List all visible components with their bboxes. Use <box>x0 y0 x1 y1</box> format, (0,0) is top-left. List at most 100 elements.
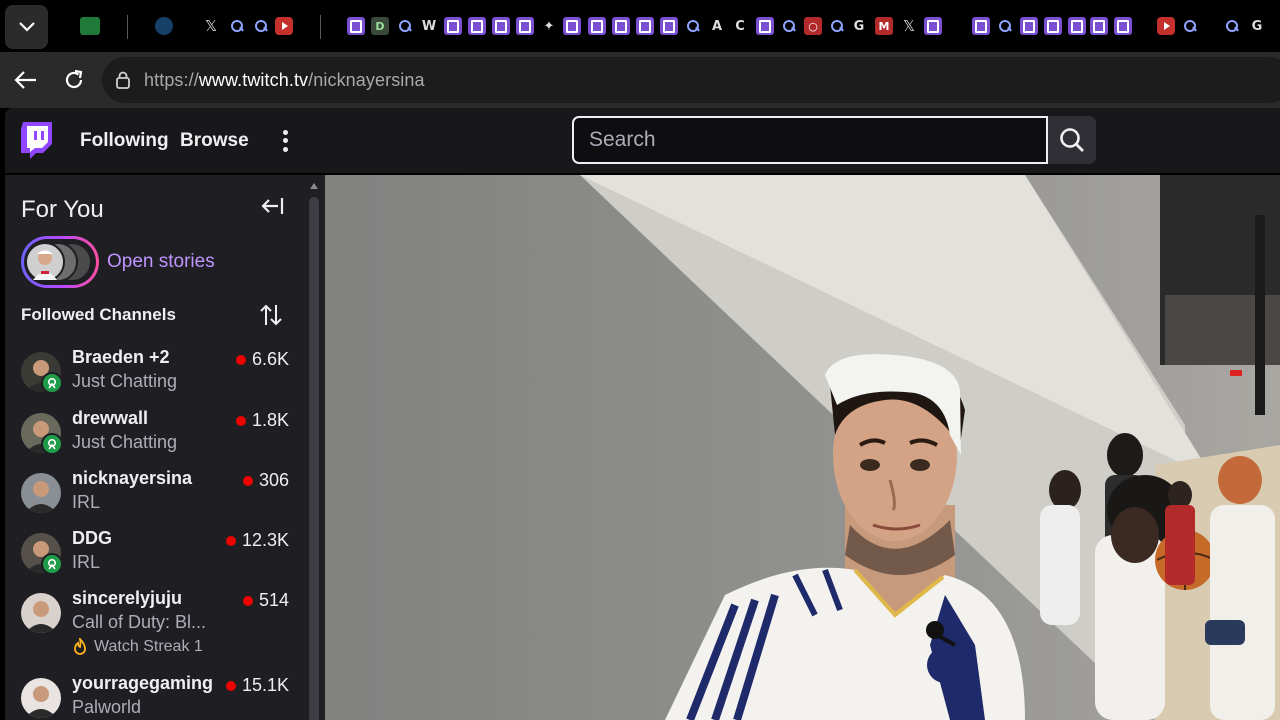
twitch-icon[interactable] <box>1068 17 1086 35</box>
twitch-icon[interactable] <box>1114 17 1132 35</box>
twitch-icon[interactable] <box>516 17 534 35</box>
search-icon[interactable] <box>996 17 1014 35</box>
search-icon[interactable] <box>684 17 702 35</box>
x-icon[interactable]: 𝕏 <box>900 17 918 35</box>
twitch-icon[interactable] <box>1090 17 1108 35</box>
c-icon[interactable]: C <box>731 17 749 35</box>
url-text[interactable]: https://www.twitch.tv/nicknayersina <box>144 70 425 91</box>
group-stream-badge-icon <box>41 553 63 575</box>
stories-avatar-ring[interactable] <box>21 236 99 288</box>
viewer-count: 6.6K <box>236 349 289 370</box>
channel-avatar[interactable] <box>21 473 61 513</box>
twitch-icon[interactable] <box>1020 17 1038 35</box>
nav-following-link[interactable]: Following <box>80 130 169 152</box>
willy-icon[interactable]: W <box>420 17 438 35</box>
search-field[interactable] <box>572 116 1048 164</box>
twitch-icon[interactable] <box>660 17 678 35</box>
address-bar[interactable]: https://www.twitch.tv/nicknayersina <box>102 57 1280 103</box>
sidebar-scrollbar[interactable] <box>309 183 319 720</box>
d-icon[interactable]: D <box>371 17 389 35</box>
for-you-heading: For You <box>21 196 104 223</box>
globe-icon[interactable] <box>155 17 173 35</box>
search-button[interactable] <box>1048 116 1096 164</box>
channel-category: Just Chatting <box>72 432 178 452</box>
twitch-logo-icon[interactable] <box>19 121 57 161</box>
channel-category: IRL <box>72 552 101 572</box>
reload-icon <box>65 69 83 89</box>
reload-button[interactable] <box>54 60 94 100</box>
group-stream-badge-icon <box>41 433 63 455</box>
followed-channel-item[interactable]: yourragegaming Palworld 15.1K <box>5 673 305 720</box>
n-icon[interactable]: M <box>875 17 893 35</box>
twitch-icon[interactable] <box>492 17 510 35</box>
search-icon[interactable] <box>780 17 798 35</box>
twitch-icon[interactable] <box>1044 17 1062 35</box>
followed-channel-item[interactable]: Braeden +2 Just Chatting 6.6K <box>5 347 305 407</box>
video-player[interactable] <box>325 175 1280 720</box>
a-icon[interactable]: A <box>708 17 726 35</box>
tab-search-button[interactable] <box>5 5 48 49</box>
followed-channel-item[interactable]: drewwall Just Chatting 1.8K <box>5 408 305 468</box>
back-button[interactable] <box>6 60 46 100</box>
toyota-icon[interactable]: ○ <box>804 17 822 35</box>
scrollbar-thumb[interactable] <box>309 197 319 720</box>
dot-icon <box>282 147 288 153</box>
channel-avatar[interactable] <box>21 593 61 633</box>
twitch-icon[interactable] <box>468 17 486 35</box>
sort-button[interactable] <box>258 301 284 329</box>
search-icon[interactable] <box>828 17 846 35</box>
open-stories-link[interactable]: Open stories <box>107 251 215 273</box>
viewer-count: 306 <box>243 470 289 491</box>
channel-category: Call of Duty: Bl... <box>72 612 207 632</box>
scroll-up-icon[interactable] <box>310 183 318 189</box>
twitch-top-nav: Following Browse <box>5 108 1280 174</box>
gmc-icon[interactable]: G <box>850 17 868 35</box>
twitch-icon[interactable] <box>756 17 774 35</box>
nav-browse-link[interactable]: Browse <box>180 130 249 152</box>
search-icon[interactable] <box>228 17 246 35</box>
viewer-count: 1.8K <box>236 410 289 431</box>
watch-streak-label: Watch Streak 1 <box>94 638 203 655</box>
site-info-icon[interactable] <box>114 71 132 89</box>
bird-icon[interactable]: ✦ <box>540 17 558 35</box>
viewer-count: 12.3K <box>226 530 289 551</box>
channel-avatar[interactable] <box>21 678 61 718</box>
collapse-left-icon <box>261 198 284 214</box>
channel-category: Palworld <box>72 697 142 717</box>
twitch-icon[interactable] <box>563 17 581 35</box>
twitch-icon[interactable] <box>347 17 365 35</box>
watch-streak: Watch Streak 1 <box>72 638 203 656</box>
followed-channel-item[interactable]: DDG IRL 12.3K <box>5 528 305 588</box>
search-icon[interactable] <box>252 17 270 35</box>
search-icon[interactable] <box>1181 17 1199 35</box>
twitch-icon[interactable] <box>588 17 606 35</box>
dot-icon <box>282 129 288 135</box>
sort-arrows-icon <box>260 304 282 326</box>
channel-name: nicknayersina <box>72 468 193 488</box>
collapse-sidebar-button[interactable] <box>257 193 287 219</box>
search-icon <box>1060 128 1084 152</box>
search-icon[interactable] <box>1223 17 1241 35</box>
search-icon[interactable] <box>396 17 414 35</box>
followed-channel-item[interactable]: nicknayersina IRL 306 <box>5 468 305 528</box>
twitch-icon[interactable] <box>972 17 990 35</box>
twitch-icon[interactable] <box>636 17 654 35</box>
followed-channel-item[interactable]: sincerelyjuju Call of Duty: Bl... 514 Watch… <box>5 588 305 655</box>
stream-video-frame <box>325 175 1280 720</box>
g-icon[interactable]: G <box>1248 17 1266 35</box>
twitch-icon[interactable] <box>612 17 630 35</box>
twitch-icon[interactable] <box>444 17 462 35</box>
youtube-icon[interactable] <box>1157 17 1175 35</box>
twitch-icon[interactable] <box>924 17 942 35</box>
stories-row[interactable]: Open stories <box>21 236 215 288</box>
arrow-left-icon <box>14 71 36 89</box>
x-icon[interactable]: 𝕏 <box>202 17 220 35</box>
followed-channels-heading: Followed Channels <box>21 305 176 324</box>
story-avatar <box>25 242 65 282</box>
channel-name: DDG <box>72 528 112 548</box>
more-options-button[interactable] <box>275 128 295 154</box>
sheets-icon[interactable] <box>80 17 100 35</box>
youtube-icon[interactable] <box>275 17 293 35</box>
search-input[interactable] <box>589 128 1046 152</box>
viewer-count: 15.1K <box>226 675 289 696</box>
